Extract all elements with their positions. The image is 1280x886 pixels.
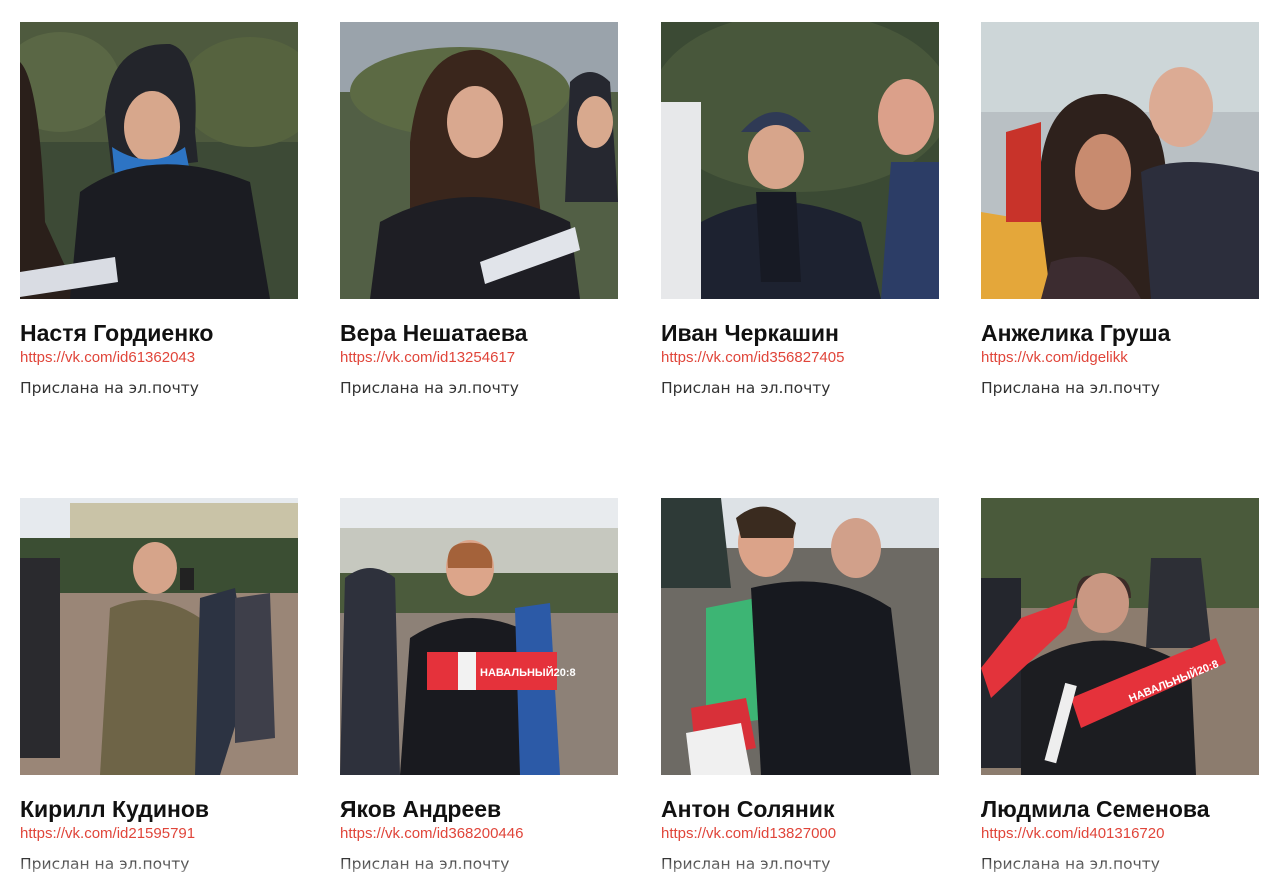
person-name: Антон Соляник <box>661 796 835 822</box>
person-note: Прислан на эл.почту <box>340 855 510 873</box>
person-note: Прислан на эл.почту <box>661 379 831 397</box>
person-profile-link[interactable]: https://vk.com/id356827405 <box>661 348 939 368</box>
person-profile-link[interactable]: https://vk.com/id13254617 <box>340 348 618 368</box>
person-photo[interactable] <box>981 22 1259 299</box>
person-name: Людмила Семенова <box>981 796 1210 822</box>
person-card: Настя Гордиенко https://vk.com/id6136204… <box>20 22 298 399</box>
person-card: Антон Соляник https://vk.com/id13827000 … <box>661 498 939 875</box>
banner-text: НАВАЛЬНЫЙ20:8 <box>480 666 576 679</box>
person-note: Прислана на эл.почту <box>981 855 1160 873</box>
person-name: Яков Андреев <box>340 796 502 822</box>
person-card: Анжелика Груша https://vk.com/idgelikk П… <box>981 22 1259 399</box>
person-card: Иван Черкашин https://vk.com/id356827405… <box>661 22 939 399</box>
person-name: Вера Нешатаева <box>340 320 528 346</box>
person-note: Прислан на эл.почту <box>20 855 190 873</box>
person-profile-link[interactable]: https://vk.com/id61362043 <box>20 348 298 368</box>
person-photo[interactable]: НАВАЛЬНЫЙ20:8 <box>981 498 1259 775</box>
person-profile-link[interactable]: https://vk.com/id13827000 <box>661 824 939 844</box>
people-grid: Настя Гордиенко https://vk.com/id6136204… <box>0 0 1280 886</box>
person-card: Кирилл Кудинов https://vk.com/id21595791… <box>20 498 298 875</box>
person-card: Вера Нешатаева https://vk.com/id13254617… <box>340 22 618 399</box>
person-note: Прислана на эл.почту <box>20 379 199 397</box>
person-photo[interactable] <box>20 498 298 775</box>
person-note: Прислан на эл.почту <box>661 855 831 873</box>
person-photo[interactable] <box>661 498 939 775</box>
person-card: НАВАЛЬНЫЙ20:8 Людмила Семенова https://v… <box>981 498 1259 875</box>
person-profile-link[interactable]: https://vk.com/id401316720 <box>981 824 1259 844</box>
person-name: Иван Черкашин <box>661 320 839 346</box>
person-photo[interactable] <box>661 22 939 299</box>
person-card: НАВАЛЬНЫЙ20:8 Яков Андреев https://vk.co… <box>340 498 618 875</box>
person-name: Анжелика Груша <box>981 320 1171 346</box>
person-photo[interactable] <box>340 22 618 299</box>
person-profile-link[interactable]: https://vk.com/id21595791 <box>20 824 298 844</box>
person-note: Прислана на эл.почту <box>340 379 519 397</box>
person-profile-link[interactable]: https://vk.com/id368200446 <box>340 824 618 844</box>
person-photo[interactable] <box>20 22 298 299</box>
person-photo[interactable]: НАВАЛЬНЫЙ20:8 <box>340 498 618 775</box>
person-name: Настя Гордиенко <box>20 320 214 346</box>
person-note: Прислана на эл.почту <box>981 379 1160 397</box>
person-name: Кирилл Кудинов <box>20 796 210 822</box>
person-profile-link[interactable]: https://vk.com/idgelikk <box>981 348 1259 368</box>
